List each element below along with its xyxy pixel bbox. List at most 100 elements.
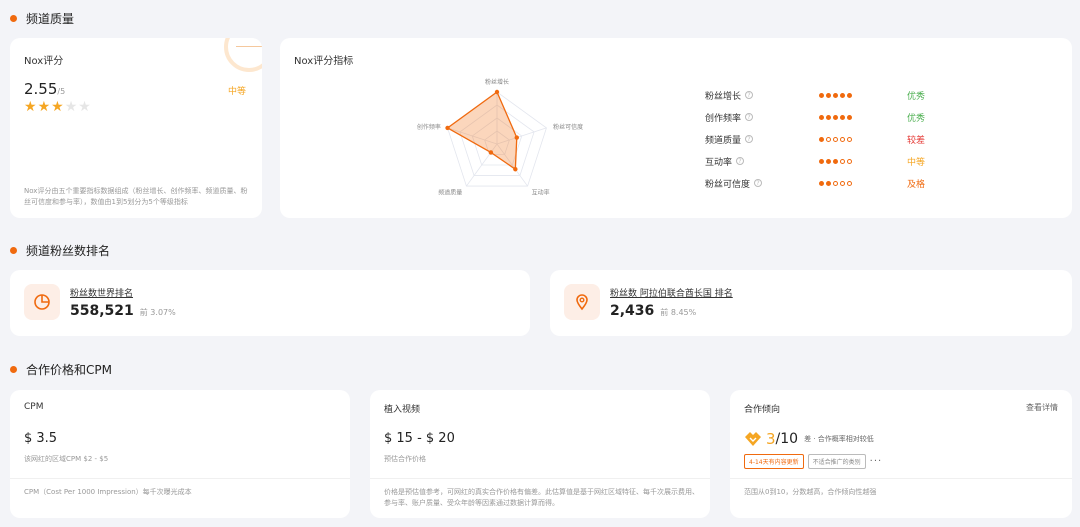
section-title-ranking: 频道粉丝数排名 [10, 242, 110, 259]
indicator-level-dots [819, 136, 907, 142]
indicator-status: 较差 [907, 135, 926, 146]
indicator-level-dots [819, 114, 907, 120]
indicator-row: 粉丝可信度? 及格 [705, 176, 935, 190]
radar-point [488, 150, 494, 155]
world-rank-link[interactable]: 粉丝数世界排名 [70, 286, 133, 299]
level-dot [833, 92, 838, 98]
video-price-value: $ 15 - $ 20 [384, 431, 455, 446]
indicator-row: 频道质量? 较差 [705, 132, 935, 146]
pie-chart-icon [24, 284, 60, 320]
handshake-icon [745, 432, 761, 446]
section-bullet [10, 247, 17, 254]
score-label: Nox评分 [24, 56, 64, 67]
indicator-level-dots [819, 158, 907, 164]
level-dot [847, 180, 852, 186]
score-ring-decoration [224, 38, 262, 72]
video-price-card: 植入视频 $ 15 - $ 20 预估合作价格 价格是预估值参考，可网红的真实合… [370, 390, 710, 518]
score-value: 2.55/5 [24, 80, 66, 98]
star-icon: ★ [24, 99, 37, 115]
level-dot [819, 114, 824, 120]
indicator-status: 优秀 [907, 113, 926, 124]
star-icon: ★ [51, 99, 64, 115]
radar-axis-label: 互动率 [532, 189, 550, 197]
cooperation-score: 3/10 差 · 合作概率相对较低 [744, 430, 874, 448]
radar-point [494, 89, 500, 95]
video-price-label: 植入视频 [384, 405, 421, 415]
view-details-link[interactable]: 查看详情 [1026, 402, 1058, 413]
nox-score-card: Nox评分 2.55/5 中等 ★ ★ ★ ★ ★ Nox评分由五个重要指标数据组成（粉… [10, 38, 262, 218]
divider [730, 478, 1072, 479]
cooperation-tags: 4-14天有内容更新 不适合推广的类别 ··· [744, 454, 882, 469]
indicator-name: 粉丝可信度? [705, 177, 819, 190]
indicator-status: 及格 [907, 179, 926, 190]
cpm-card: CPM $ 3.5 该网红的区域CPM $2 - $5 CPM（Cost Per… [10, 390, 350, 518]
world-rank-value: 558,521 前 3.07% [70, 303, 176, 319]
video-price-note: 价格是预估值参考，可网红的真实合作价格有偏差。此估算值是基于网红区域特征、每千次… [384, 488, 699, 507]
radar-chart: 粉丝增长粉丝可信度互动率 频道质量 创作频率 [417, 78, 583, 197]
level-dot [847, 114, 852, 120]
level-dot [833, 136, 838, 142]
radar-axis-label: 粉丝可信度 [553, 123, 583, 131]
radar-point [445, 125, 450, 131]
indicators-card: Nox评分指标 粉丝增长 粉丝可信度 互动率 频道质量 创作频率 粉丝增长? 优秀 创作频率… [280, 38, 1072, 218]
level-dot [819, 136, 824, 142]
indicator-name: 互动率? [705, 155, 819, 168]
tag-update-frequency: 4-14天有内容更新 [744, 454, 804, 469]
indicator-name: 粉丝增长? [705, 89, 819, 102]
help-icon[interactable]: ? [754, 179, 763, 187]
radar-axis-label: 频道质量 [438, 189, 462, 197]
level-dot [833, 114, 838, 120]
tag-unsuitable-category: 不适合推广的类别 [807, 454, 866, 469]
indicator-name: 频道质量? [705, 133, 819, 146]
help-icon[interactable]: ? [736, 157, 745, 165]
level-dot [847, 158, 852, 164]
cpm-value: $ 3.5 [24, 431, 58, 446]
indicator-row: 互动率? 中等 [705, 154, 935, 168]
indicator-name: 创作频率? [705, 111, 819, 124]
radar-axis-label: 创作频率 [417, 123, 441, 131]
level-dot [847, 92, 852, 98]
score-note: Nox评分由五个重要指标数据组成（粉丝增长、创作频率、频道质量、粉丝可信度和参与… [24, 187, 248, 206]
score-grade: 中等 [227, 87, 246, 97]
indicator-level-dots [819, 92, 907, 98]
location-pin-icon [564, 284, 600, 320]
indicator-row: 创作频率? 优秀 [705, 110, 935, 124]
indicators-label: Nox评分指标 [294, 56, 354, 67]
indicator-level-dots [819, 180, 907, 186]
level-dot [847, 136, 852, 142]
section-title-pricing: 合作价格和CPM [10, 361, 112, 378]
indicator-row: 粉丝增长? 优秀 [705, 88, 935, 102]
help-icon[interactable]: ? [745, 91, 754, 99]
cooperation-label: 合作倾向 [744, 405, 781, 415]
level-dot [840, 92, 845, 98]
cooperation-note: 范围从0到10，分数越高，合作倾向性越强 [744, 488, 877, 496]
country-rank-link[interactable]: 粉丝数 阿拉伯联合酋长国 排名 [610, 286, 733, 299]
level-dot [833, 180, 838, 186]
more-tags-button[interactable]: ··· [870, 456, 883, 467]
level-dot [826, 92, 831, 98]
video-price-sub: 预估合作价格 [384, 455, 426, 463]
level-dot [840, 136, 845, 142]
section-title-quality: 频道质量 [10, 10, 74, 27]
star-rating: ★ ★ ★ ★ ★ [24, 100, 91, 114]
cpm-range: 该网红的区域CPM $2 - $5 [24, 455, 109, 463]
level-dot [819, 92, 824, 98]
help-icon[interactable]: ? [745, 135, 754, 143]
level-dot [826, 158, 831, 164]
cpm-note: CPM（Cost Per 1000 Impression）每千次曝光成本 [24, 488, 192, 496]
country-rank-card: 粉丝数 阿拉伯联合酋长国 排名 2,436 前 8.45% [550, 270, 1072, 336]
indicator-status: 中等 [907, 157, 926, 168]
radar-point [514, 135, 519, 140]
level-dot [819, 158, 824, 164]
radar-axis-label: 粉丝增长 [485, 78, 509, 86]
level-dot [826, 180, 831, 186]
level-dot [826, 114, 831, 120]
help-icon[interactable]: ? [745, 113, 754, 121]
section-bullet [10, 366, 17, 373]
indicator-status: 优秀 [907, 91, 926, 102]
cpm-label: CPM [24, 402, 44, 412]
level-dot [833, 158, 838, 164]
cooperation-card: 合作倾向 查看详情 3/10 差 · 合作概率相对较低 4-14天有内容更新 不… [730, 390, 1072, 518]
level-dot [826, 136, 831, 142]
divider [370, 478, 710, 479]
